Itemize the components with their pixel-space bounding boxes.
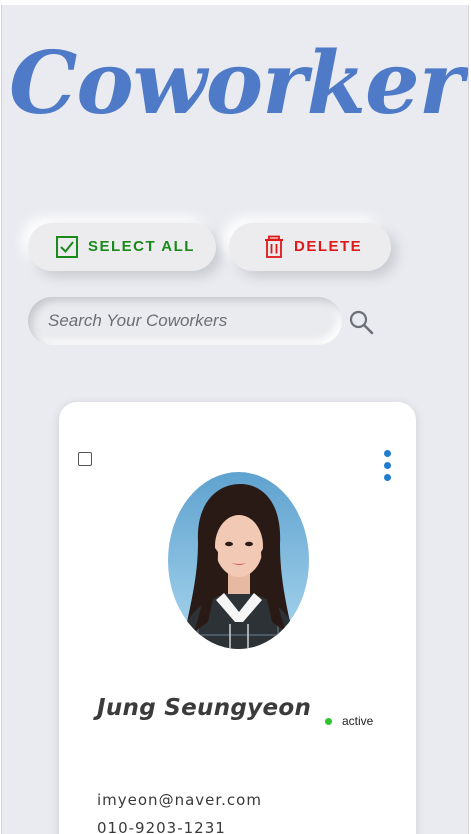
delete-label: DELETE: [294, 238, 363, 255]
profile-photo: [168, 472, 309, 649]
checkbox-checked-icon: [56, 236, 78, 258]
select-all-button[interactable]: SELECT ALL: [28, 223, 216, 271]
app-screen: Coworker SELECT ALL DELETE Search Your C…: [1, 5, 469, 834]
avatar: [168, 472, 309, 649]
app-title: Coworker: [8, 33, 464, 134]
status-indicator: [325, 718, 332, 725]
coworker-name: Jung Seungyeon: [97, 695, 312, 721]
coworker-select-checkbox[interactable]: [78, 452, 92, 466]
select-all-label: SELECT ALL: [88, 238, 195, 255]
trash-icon: [265, 235, 283, 258]
search-icon[interactable]: [348, 309, 374, 335]
coworker-email: imyeon@naver.com: [97, 791, 262, 809]
delete-button[interactable]: DELETE: [229, 223, 391, 271]
search-input[interactable]: [28, 297, 342, 345]
coworker-card: Jung Seungyeon active imyeon@naver.com 0…: [59, 402, 416, 834]
coworker-phone: 010-9203-1231: [97, 819, 226, 834]
kebab-menu-icon[interactable]: [380, 450, 394, 486]
status-text: active: [342, 714, 374, 728]
